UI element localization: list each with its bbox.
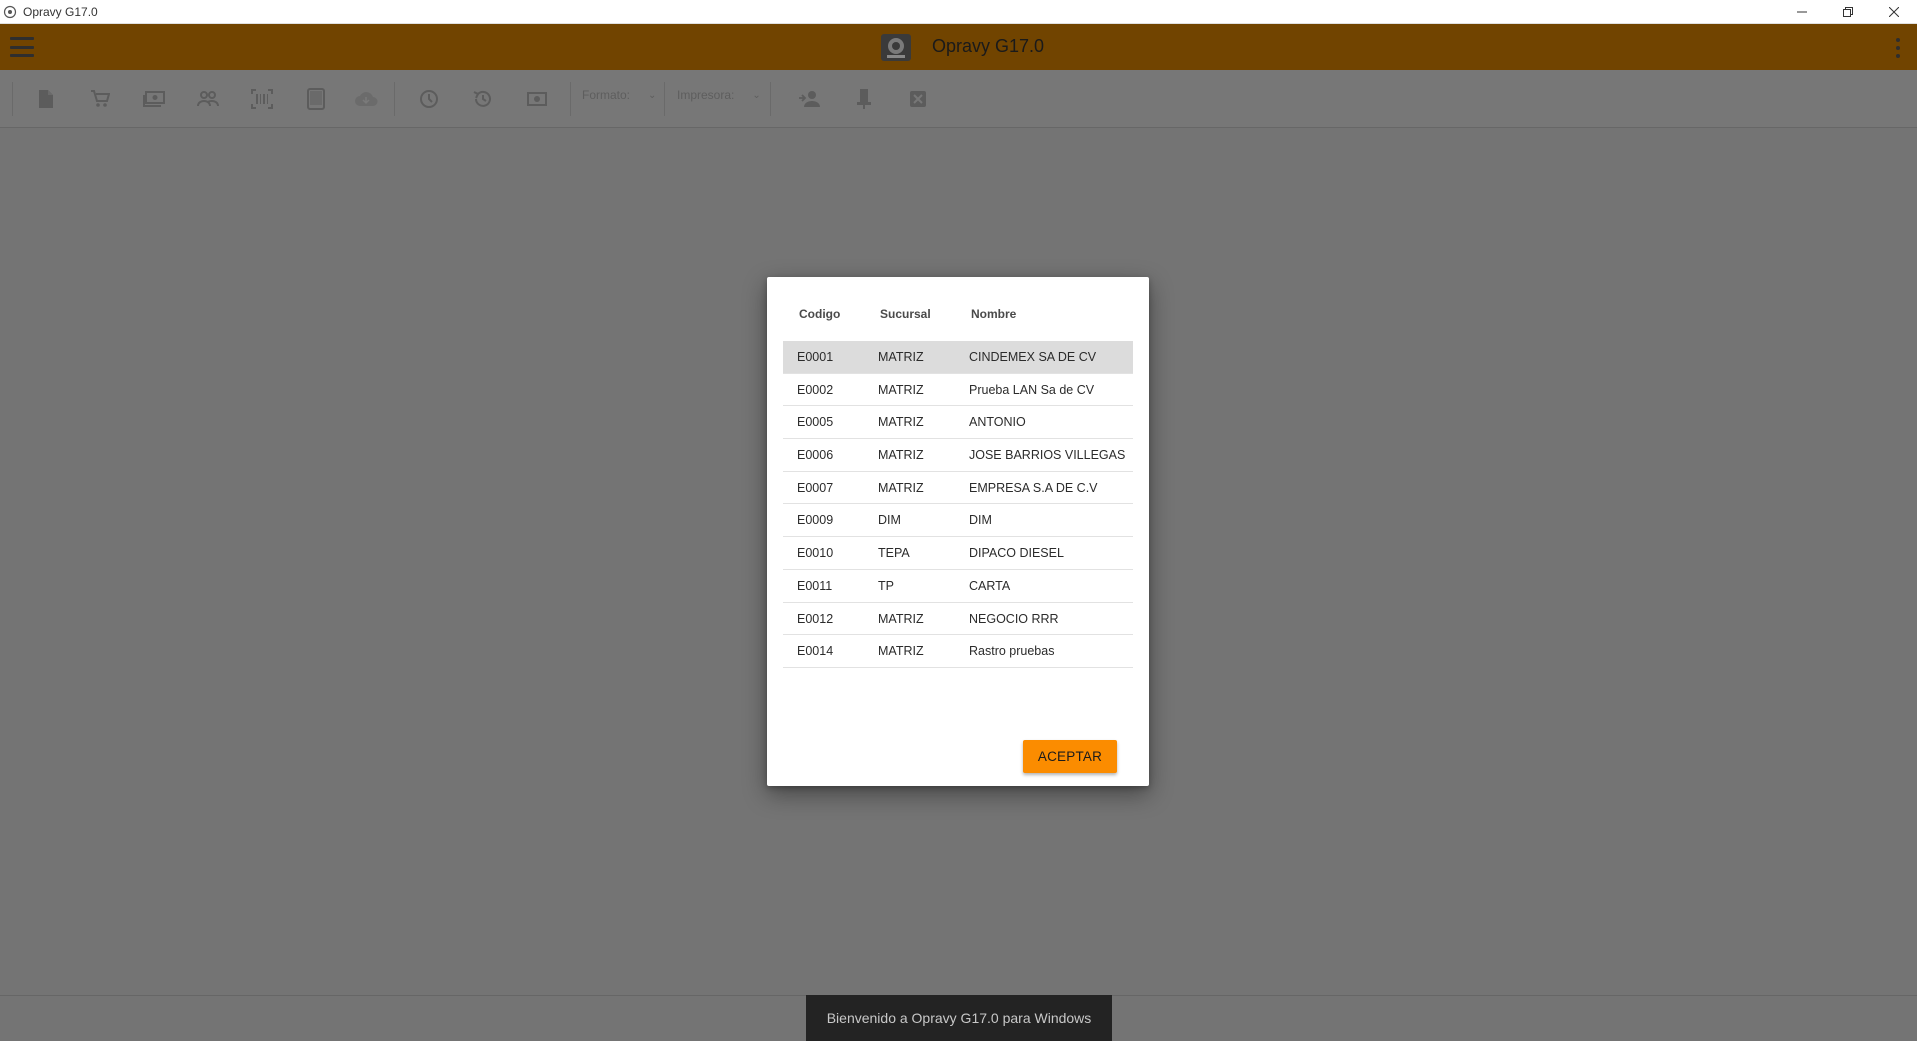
- money-icon[interactable]: [525, 87, 549, 111]
- sucursal-cell: MATRIZ: [878, 415, 924, 430]
- snackbar-message: Bienvenido a Opravy G17.0 para Windows: [826, 1010, 1092, 1026]
- codigo-cell: E0002: [797, 382, 834, 397]
- chevron-down-icon: ⌄: [752, 89, 761, 101]
- table-row[interactable]: E0011 TP CARTA: [783, 570, 1133, 603]
- sucursal-cell: MATRIZ: [878, 382, 924, 397]
- history-icon[interactable]: [471, 87, 495, 111]
- nombre-cell: Rastro pruebas: [969, 644, 1055, 659]
- sucursal-cell: DIM: [878, 513, 901, 528]
- barcode-scan-icon[interactable]: [250, 87, 274, 111]
- toolbar-divider: [770, 82, 771, 116]
- sucursal-cell: TEPA: [878, 546, 910, 561]
- nombre-cell: CARTA: [969, 578, 1011, 593]
- sucursal-cell: MATRIZ: [878, 350, 924, 364]
- codigo-cell: E0010: [797, 546, 834, 561]
- minimize-button[interactable]: [1779, 0, 1825, 24]
- codigo-cell: E0014: [797, 644, 834, 659]
- cash-icon[interactable]: [142, 87, 166, 111]
- sucursal-cell: MATRIZ: [878, 480, 924, 495]
- codigo-cell: E0007: [797, 480, 834, 495]
- codigo-cell: E0005: [797, 415, 834, 430]
- column-header-codigo[interactable]: Codigo: [799, 307, 840, 321]
- app-logo: [881, 34, 911, 61]
- table-row[interactable]: E0001 MATRIZ CINDEMEX SA DE CV: [783, 341, 1133, 374]
- table-header: Codigo Sucursal Nombre: [783, 307, 1133, 327]
- window-title: Opravy G17.0: [23, 4, 98, 19]
- sucursal-cell: MATRIZ: [878, 644, 924, 659]
- close-icon: [1889, 7, 1899, 17]
- sucursal-cell: MATRIZ: [878, 448, 924, 463]
- column-header-sucursal[interactable]: Sucursal: [880, 307, 931, 321]
- close-box-icon[interactable]: [906, 87, 930, 111]
- nombre-cell: ANTONIO: [969, 415, 1026, 430]
- table-row[interactable]: E0002 MATRIZ Prueba LAN Sa de CV: [783, 374, 1133, 407]
- codigo-cell: E0009: [797, 513, 834, 528]
- close-window-button[interactable]: [1871, 0, 1917, 24]
- nombre-cell: NEGOCIO RRR: [969, 611, 1059, 626]
- sucursal-cell: MATRIZ: [878, 611, 924, 626]
- table-row[interactable]: E0007 MATRIZ EMPRESA S.A DE C.V: [783, 472, 1133, 505]
- nombre-cell: DIM: [969, 513, 992, 528]
- app-header: Opravy G17.0: [0, 24, 1917, 70]
- nombre-cell: JOSE BARRIOS VILLEGAS: [969, 448, 1126, 463]
- toolbar-divider: [664, 82, 665, 116]
- company-select-dialog: Codigo Sucursal Nombre E0001 MATRIZ CIND…: [767, 277, 1149, 786]
- accept-button[interactable]: ACEPTAR: [1023, 740, 1117, 773]
- restore-button[interactable]: [1825, 0, 1871, 24]
- nombre-cell: DIPACO DIESEL: [969, 546, 1064, 561]
- formato-select[interactable]: Formato: ⌄: [582, 88, 656, 102]
- people-icon[interactable]: [196, 87, 220, 111]
- toolbar-divider: [12, 82, 13, 116]
- column-header-nombre[interactable]: Nombre: [971, 307, 1016, 321]
- toolbar-divider: [394, 82, 395, 116]
- sucursal-cell: TP: [878, 578, 894, 593]
- toolbar-divider: [570, 82, 571, 116]
- table-row[interactable]: E0006 MATRIZ JOSE BARRIOS VILLEGAS: [783, 439, 1133, 472]
- clock-icon[interactable]: [417, 87, 441, 111]
- nombre-cell: Prueba LAN Sa de CV: [969, 382, 1095, 397]
- table-row[interactable]: E0014 MATRIZ Rastro pruebas: [783, 635, 1133, 668]
- window-titlebar: Opravy G17.0: [0, 0, 1917, 24]
- nombre-cell: EMPRESA S.A DE C.V: [969, 480, 1098, 495]
- formato-label: Formato:: [582, 88, 631, 102]
- menu-icon[interactable]: [10, 37, 34, 57]
- codigo-cell: E0012: [797, 611, 834, 626]
- table-row[interactable]: E0012 MATRIZ NEGOCIO RRR: [783, 603, 1133, 636]
- window-controls: [1779, 0, 1917, 24]
- minimize-icon: [1797, 11, 1807, 13]
- toolbar: Formato: ⌄ Impresora: ⌄: [0, 70, 1917, 128]
- usb-icon[interactable]: [852, 87, 876, 111]
- chevron-down-icon: ⌄: [648, 89, 657, 101]
- cloud-icon[interactable]: [354, 87, 378, 111]
- more-options-icon[interactable]: [1895, 38, 1901, 58]
- table-row[interactable]: E0010 TEPA DIPACO DIESEL: [783, 537, 1133, 570]
- codigo-cell: E0006: [797, 448, 834, 463]
- cart-icon[interactable]: [88, 87, 112, 111]
- codigo-cell: E0011: [797, 578, 833, 593]
- nombre-cell: CINDEMEX SA DE CV: [969, 350, 1097, 364]
- restore-icon: [1843, 7, 1853, 17]
- app-title: Opravy G17.0: [932, 36, 1045, 56]
- impresora-select[interactable]: Impresora: ⌄: [677, 88, 761, 102]
- tablet-icon[interactable]: [304, 87, 328, 111]
- person-switch-icon[interactable]: [798, 87, 822, 111]
- table-row[interactable]: E0009 DIM DIM: [783, 504, 1133, 538]
- document-icon[interactable]: [34, 87, 58, 111]
- impresora-label: Impresora:: [677, 88, 735, 102]
- codigo-cell: E0001: [797, 350, 834, 364]
- company-table: E0001 MATRIZ CINDEMEX SA DE CV E0002 MAT…: [783, 341, 1133, 668]
- app-icon: [3, 5, 17, 18]
- welcome-snackbar: Bienvenido a Opravy G17.0 para Windows: [806, 995, 1112, 1041]
- table-row[interactable]: E0005 MATRIZ ANTONIO: [783, 406, 1133, 440]
